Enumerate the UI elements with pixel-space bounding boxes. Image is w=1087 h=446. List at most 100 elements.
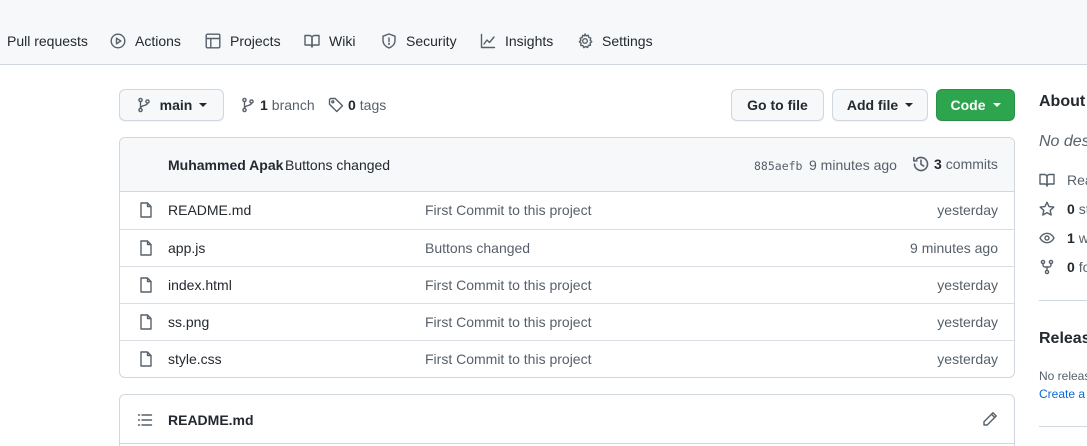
file-icon bbox=[140, 314, 152, 330]
file-name[interactable]: style.css bbox=[168, 351, 222, 367]
file-row[interactable]: style.css First Commit to this project y… bbox=[120, 340, 1014, 377]
sidebar-readme-label: Rea bbox=[1067, 172, 1087, 188]
go-to-file-label: Go to file bbox=[747, 97, 808, 113]
about-description: No des bbox=[1039, 133, 1087, 150]
sidebar-divider bbox=[1039, 300, 1087, 301]
file-commit-time: 9 minutes ago bbox=[910, 240, 998, 256]
history-icon bbox=[913, 156, 929, 172]
forks-count: 0 bbox=[1067, 259, 1075, 275]
list-unordered-icon[interactable] bbox=[137, 412, 153, 428]
branch-icon bbox=[242, 97, 254, 113]
code-label: Code bbox=[950, 97, 986, 113]
nav-wiki[interactable]: Wiki bbox=[304, 30, 355, 52]
file-name[interactable]: README.md bbox=[168, 202, 251, 218]
caret-down-icon bbox=[992, 103, 1001, 107]
nav-pull-requests-label: Pull requests bbox=[7, 33, 88, 49]
nav-wiki-label: Wiki bbox=[329, 33, 356, 49]
stars-label: st bbox=[1078, 201, 1087, 217]
nav-security[interactable]: Security bbox=[381, 30, 457, 52]
file-row[interactable]: app.js Buttons changed 9 minutes ago bbox=[120, 229, 1014, 266]
commits-link[interactable]: 3 commits bbox=[912, 155, 998, 173]
file-commit-time: yesterday bbox=[937, 277, 998, 293]
releases-empty-text: No releas bbox=[1039, 369, 1087, 383]
forks-label: fo bbox=[1078, 259, 1087, 275]
sidebar-watchers-link[interactable]: 1 w bbox=[1039, 228, 1087, 248]
watchers-label: w bbox=[1078, 230, 1087, 246]
file-commit-message[interactable]: First Commit to this project bbox=[425, 314, 591, 330]
tag-label: tags bbox=[359, 97, 387, 113]
sidebar-forks-link[interactable]: 0 fo bbox=[1039, 257, 1087, 277]
tag-icon bbox=[328, 97, 344, 113]
nav-settings[interactable]: Settings bbox=[577, 30, 653, 52]
nav-pull-requests[interactable]: Pull requests bbox=[7, 30, 88, 52]
file-commit-message[interactable]: First Commit to this project bbox=[425, 202, 591, 218]
tags-link[interactable]: 0 tags bbox=[328, 95, 386, 115]
eye-icon bbox=[1039, 232, 1055, 244]
readme-title[interactable]: README.md bbox=[168, 412, 254, 428]
commit-sha[interactable]: 885aefb bbox=[754, 159, 802, 173]
nav-projects[interactable]: Projects bbox=[205, 30, 281, 52]
commit-message[interactable]: Buttons changed bbox=[285, 157, 390, 173]
code-button[interactable]: Code bbox=[936, 89, 1015, 121]
latest-commit-bar: Muhammed Apak Buttons changed 885aefb 9 … bbox=[120, 138, 1014, 192]
commit-label: commits bbox=[945, 156, 998, 172]
file-row[interactable]: README.md First Commit to this project y… bbox=[120, 192, 1014, 229]
releases-title[interactable]: Release bbox=[1039, 330, 1087, 348]
file-commit-message[interactable]: Buttons changed bbox=[425, 240, 530, 256]
commit-count: 3 bbox=[934, 156, 942, 172]
caret-down-icon bbox=[199, 103, 208, 107]
book-icon bbox=[304, 34, 320, 48]
file-row[interactable]: ss.png First Commit to this project yest… bbox=[120, 303, 1014, 340]
branches-link[interactable]: 1 branch bbox=[240, 95, 315, 115]
file-name[interactable]: index.html bbox=[168, 277, 232, 293]
nav-settings-label: Settings bbox=[602, 33, 653, 49]
file-icon bbox=[140, 202, 152, 218]
go-to-file-button[interactable]: Go to file bbox=[731, 89, 824, 121]
file-commit-time: yesterday bbox=[937, 314, 998, 330]
branch-name: main bbox=[159, 97, 193, 113]
readme-panel: README.md bbox=[119, 394, 1015, 446]
create-release-link[interactable]: Create a r bbox=[1039, 387, 1087, 401]
graph-icon bbox=[480, 33, 496, 49]
add-file-label: Add file bbox=[846, 97, 899, 113]
branch-select-button[interactable]: main bbox=[119, 89, 224, 121]
branch-count: 1 bbox=[260, 97, 268, 113]
pencil-icon[interactable] bbox=[982, 411, 998, 427]
file-commit-time: yesterday bbox=[937, 202, 998, 218]
shield-icon bbox=[382, 33, 396, 49]
branch-icon bbox=[137, 97, 150, 113]
file-row[interactable]: index.html First Commit to this project … bbox=[120, 266, 1014, 303]
sidebar-divider bbox=[1039, 426, 1087, 427]
nav-projects-label: Projects bbox=[230, 33, 281, 49]
gear-icon bbox=[578, 33, 593, 49]
file-icon bbox=[140, 351, 152, 367]
file-name[interactable]: ss.png bbox=[168, 314, 209, 330]
nav-actions-label: Actions bbox=[135, 33, 181, 49]
file-commit-message[interactable]: First Commit to this project bbox=[425, 351, 591, 367]
nav-actions[interactable]: Actions bbox=[110, 30, 181, 52]
tag-count: 0 bbox=[348, 97, 356, 113]
readme-header: README.md bbox=[120, 395, 1014, 444]
commit-author[interactable]: Muhammed Apak bbox=[168, 157, 283, 173]
add-file-button[interactable]: Add file bbox=[832, 89, 928, 121]
file-icon bbox=[140, 240, 152, 256]
file-commit-message[interactable]: First Commit to this project bbox=[425, 277, 591, 293]
nav-insights[interactable]: Insights bbox=[480, 30, 553, 52]
book-icon bbox=[1039, 173, 1055, 187]
sidebar-stars-link[interactable]: 0 st bbox=[1039, 199, 1087, 219]
branch-label: branch bbox=[271, 97, 315, 113]
table-icon bbox=[205, 33, 221, 49]
nav-security-label: Security bbox=[406, 33, 457, 49]
play-icon bbox=[110, 33, 126, 49]
file-name[interactable]: app.js bbox=[168, 240, 205, 256]
caret-down-icon bbox=[905, 103, 914, 107]
file-icon bbox=[140, 277, 152, 293]
about-title: About bbox=[1039, 93, 1086, 110]
star-icon bbox=[1039, 201, 1055, 216]
nav-insights-label: Insights bbox=[505, 33, 554, 49]
stars-count: 0 bbox=[1067, 201, 1075, 217]
watchers-count: 1 bbox=[1067, 230, 1075, 246]
file-list: Muhammed Apak Buttons changed 885aefb 9 … bbox=[119, 137, 1015, 378]
sidebar-readme-link[interactable]: Rea bbox=[1039, 170, 1087, 190]
fork-icon bbox=[1040, 259, 1054, 275]
